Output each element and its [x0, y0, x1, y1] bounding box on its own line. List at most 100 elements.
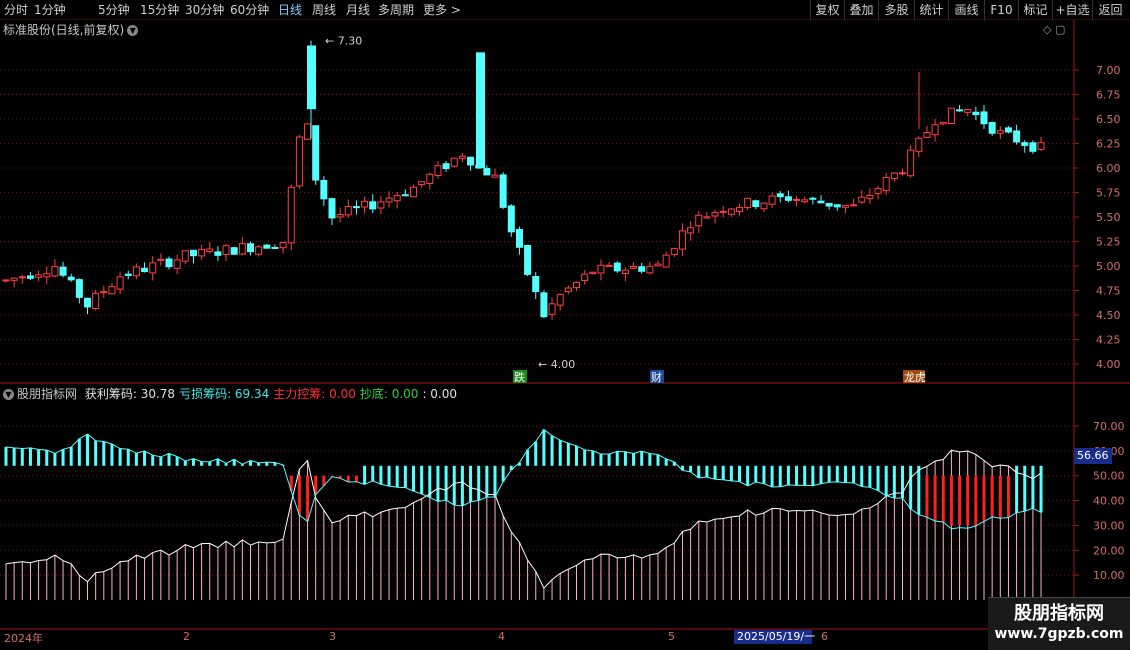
candle-body — [678, 230, 686, 250]
candle-body — [271, 246, 279, 249]
candle-body — [556, 293, 564, 306]
candle-body — [26, 275, 34, 279]
candle-body — [35, 274, 43, 278]
candle-body — [850, 204, 858, 207]
y-tick-label: 6.00 — [1096, 162, 1121, 175]
candle-body — [458, 155, 466, 159]
candle-body — [238, 243, 246, 255]
candle-body — [149, 262, 157, 274]
candle-body — [206, 248, 214, 253]
candle-body — [621, 269, 629, 275]
candle-body — [866, 194, 874, 199]
candle-body — [328, 198, 336, 219]
candle-body — [165, 258, 173, 268]
candle-body — [573, 281, 580, 289]
candle-body — [320, 179, 328, 200]
candle-body — [548, 303, 556, 315]
event-marker-label: 财 — [651, 370, 662, 384]
candle-body — [833, 204, 841, 208]
candle-body — [907, 149, 915, 177]
candle-body — [736, 207, 743, 213]
y-tick-label: 6.25 — [1096, 138, 1121, 151]
candle-body — [874, 188, 882, 194]
candle-body — [1004, 127, 1012, 133]
candle-body — [988, 122, 996, 134]
candle-body — [369, 201, 377, 210]
candle-body — [124, 273, 132, 276]
event-marker-label: 龙虎 — [904, 371, 926, 384]
low-price-label: ← 4.00 — [538, 358, 575, 371]
candle-body — [361, 200, 369, 208]
candle-body — [352, 206, 360, 209]
candle-body — [84, 297, 91, 308]
candle-body — [116, 276, 124, 290]
candle-body — [189, 249, 197, 257]
candle-body — [841, 204, 849, 208]
candle-body — [605, 264, 613, 267]
candle-body — [59, 266, 67, 276]
y-tick-label: 7.00 — [1096, 64, 1121, 77]
candle-body — [532, 276, 540, 293]
x-axis-label: 6 — [821, 630, 828, 643]
candle-body — [589, 271, 597, 275]
candle-body — [255, 246, 263, 255]
candle-body — [336, 214, 344, 218]
candle-body — [646, 265, 654, 274]
y-tick-label: 50.00 — [1093, 470, 1125, 483]
candle-body — [247, 243, 254, 253]
candle-body — [141, 267, 149, 273]
x-axis-label: 2 — [183, 630, 190, 643]
candle-body — [18, 276, 26, 279]
candle-body — [760, 202, 768, 210]
candle-body — [817, 200, 825, 204]
candle-body — [344, 206, 352, 216]
candle-body — [108, 285, 116, 295]
y-tick-label: 6.75 — [1096, 89, 1121, 102]
candle-body — [385, 197, 393, 203]
candle-body — [768, 195, 776, 205]
candle-body — [304, 123, 312, 140]
candle-body — [939, 121, 947, 125]
candle-body — [377, 201, 385, 209]
candle-body — [515, 229, 523, 248]
y-tick-label: 5.00 — [1096, 260, 1121, 273]
candle-body — [1013, 130, 1021, 143]
chart-canvas: 7.00 6.75 6.50 6.25 6.00 5.75 5.50 5.25 5.00 4.75… — [0, 20, 1130, 630]
candle-body — [410, 186, 417, 198]
candle-body — [980, 111, 988, 125]
candle-body — [434, 165, 442, 176]
candle-body — [890, 172, 898, 179]
y-tick-label: 40.00 — [1093, 495, 1125, 508]
high-price-label: ← 7.30 — [325, 35, 362, 48]
candle-body — [540, 292, 548, 318]
candle-body — [752, 200, 760, 207]
indicator-legend-item: : 0.00 — [422, 387, 458, 401]
candle-body — [67, 276, 75, 281]
candle-body — [776, 193, 784, 198]
y-tick-label: 20.00 — [1093, 544, 1125, 557]
candle-body — [858, 196, 866, 203]
candle-body — [51, 266, 59, 277]
candle-body — [972, 111, 980, 116]
x-axis-label: 2024年 — [4, 632, 43, 645]
candle-body — [507, 205, 515, 233]
indicator-menu-icon[interactable]: ▼ — [3, 389, 14, 400]
watermark: 股朋指标网 www.7gpzb.com — [988, 597, 1130, 650]
x-axis: 2024年 2 3 4 5 6 — [0, 629, 990, 645]
y-tick-label: 5.25 — [1096, 236, 1121, 249]
candle-body — [491, 174, 499, 178]
watermark-url: www.7gpzb.com — [994, 626, 1124, 642]
candle-body — [670, 248, 678, 255]
x-axis-label: 5 — [668, 630, 675, 643]
candle-body — [426, 173, 434, 185]
y-tick-label: 4.00 — [1096, 358, 1121, 371]
candle-body — [597, 264, 605, 274]
candle-body — [181, 250, 189, 262]
candle-body — [467, 156, 475, 166]
candle-body — [630, 265, 638, 269]
watermark-title: 股朋指标网 — [1014, 603, 1104, 624]
x-axis-label: 4 — [498, 630, 505, 643]
indicator-legend-item: 主力控筹: 0.00 — [273, 387, 356, 401]
candle-body — [931, 124, 939, 136]
y-tick-label: 4.25 — [1096, 334, 1121, 347]
